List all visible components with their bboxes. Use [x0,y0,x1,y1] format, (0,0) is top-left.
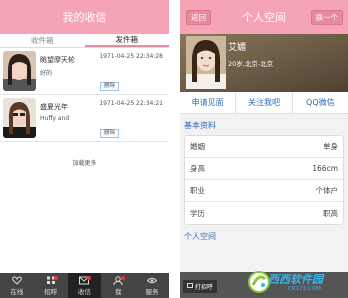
sender-name: 眺望摩天轮 [40,56,75,64]
info-value: 职高 [323,208,338,218]
info-value: 个体户 [315,186,339,195]
nav-label: 在线 [10,287,24,296]
nav-label: 我 [115,287,122,296]
info-label: 身高 [190,164,205,173]
info-value: 单身 [323,142,338,151]
greet-button[interactable]: 打招呼 [183,280,218,293]
avatar [3,98,36,138]
info-row-marriage: 婚姻 单身 [185,136,343,158]
screen-divider [169,0,180,298]
message-time: 1971-04-25 22:34:21 [99,100,163,107]
chat-icon [187,282,193,291]
profile-photo[interactable] [186,36,226,89]
info-label: 婚姻 [190,142,205,151]
info-label: 学历 [190,208,205,218]
personal-space-title: 个人空间 [184,232,216,241]
nav-label: 招呼 [44,287,58,296]
notification-badge [121,276,126,280]
watermark-logo-icon [248,271,270,293]
switch-button[interactable]: 换一个 [310,10,343,25]
profile-name: 艾媚 [228,43,247,53]
follow-button[interactable]: 关注我吧 [236,92,293,113]
nav-mail[interactable]: 收信 [67,273,102,298]
load-more-button[interactable]: 加载更多 [0,158,169,167]
request-meeting-button[interactable]: 申请见面 [180,92,237,113]
delete-button[interactable]: 删除 [99,129,119,138]
info-row-job: 职业 个体户 [185,180,343,202]
list-item[interactable]: 盛夏光年 1971-04-25 22:34:21 Huffy and 删除 [0,95,169,142]
list-item[interactable]: 眺望摩天轮 1971-04-25 22:34:28 好的 删除 [0,48,169,95]
basic-info-title: 基本资料 [184,121,216,130]
notification-badge [53,276,58,280]
bottom-nav: 在线 招呼 收信 我 服务 [0,273,169,298]
message-text: 好的 [40,70,53,77]
notification-badge [87,276,92,280]
profile-banner: 艾媚 20岁,北京-北京 [180,34,348,92]
tab-inbox[interactable]: 收件箱 [0,34,85,47]
nav-me[interactable]: 我 [101,273,135,298]
info-value: 166cm [312,164,338,173]
profile-header: 返回 个人空间 换一个 [180,0,348,34]
greet-label: 打招呼 [195,284,214,291]
page-title: 个人空间 [242,11,286,24]
nav-label: 收信 [77,287,91,296]
delete-button[interactable]: 删除 [99,82,119,91]
nav-label: 服务 [145,287,159,296]
avatar [3,51,36,91]
mail-tabs: 收件箱 发件箱 [0,34,169,48]
profile-info: 20岁,北京-北京 [228,60,274,68]
sender-name: 盛夏光年 [40,103,68,111]
info-label: 职业 [190,186,205,195]
heart-icon [12,275,22,285]
watermark: 西西软件园 CR173.COM [248,269,346,297]
tab-outbox[interactable]: 发件箱 [84,34,169,47]
message-text: Huffy and [40,115,70,122]
inbox-header: 我的收信 [0,0,169,34]
info-row-height: 身高 166cm [185,158,343,180]
action-bar: 申请见面 关注我吧 QQ微信 [180,92,348,114]
watermark-text: 西西软件园 [268,273,323,286]
nav-greet[interactable]: 招呼 [34,273,68,298]
profile-screen: 返回 个人空间 换一个 艾媚 20岁,北京-北京 申请见面 关注我吧 QQ微信 … [180,0,348,298]
eye-icon [147,276,158,285]
nav-online[interactable]: 在线 [0,273,34,298]
info-row-education: 学历 职高 [185,202,343,224]
message-time: 1971-04-25 22:34:28 [99,53,163,60]
inbox-screen: 我的收信 收件箱 发件箱 眺望摩天轮 1971-04-25 22:34:28 好… [0,0,169,298]
watermark-url: CR173.COM [288,286,321,292]
back-button[interactable]: 返回 [186,10,211,25]
basic-info-card: 婚姻 单身 身高 166cm 职业 个体户 学历 职高 [184,135,344,225]
nav-service[interactable]: 服务 [135,273,169,298]
page-title: 我的收信 [62,11,107,24]
qq-wechat-button[interactable]: QQ微信 [293,92,348,113]
